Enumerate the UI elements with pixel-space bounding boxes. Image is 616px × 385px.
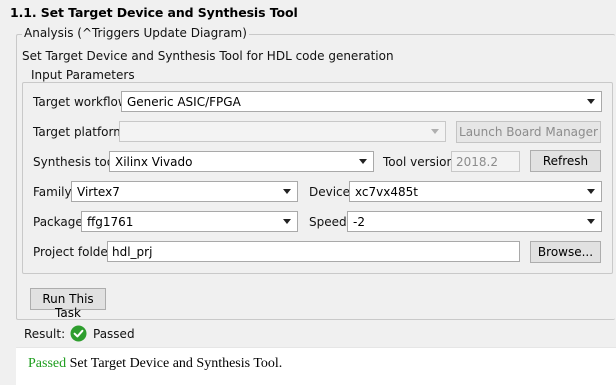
chevron-down-icon [431, 129, 439, 134]
result-message-status: Passed [28, 356, 67, 371]
run-this-task-button[interactable]: Run This Task [30, 288, 106, 320]
target-workflow-value: Generic ASIC/FPGA [127, 95, 241, 109]
launch-board-manager-button: Launch Board Manager [456, 121, 601, 143]
speed-label: Speed: [309, 215, 351, 229]
page-title: 1.1. Set Target Device and Synthesis Too… [10, 5, 298, 20]
analysis-description: Set Target Device and Synthesis Tool for… [22, 49, 394, 63]
input-parameters-legend: Input Parameters [29, 68, 137, 82]
package-value: ffg1761 [87, 215, 134, 229]
chevron-down-icon [359, 159, 367, 164]
project-folder-input[interactable]: hdl_prj [107, 241, 520, 262]
target-workflow-select[interactable]: Generic ASIC/FPGA [121, 91, 602, 112]
synthesis-tool-select[interactable]: Xilinx Vivado [109, 151, 374, 172]
target-platform-label: Target platform: [33, 125, 129, 139]
package-select[interactable]: ffg1761 [81, 211, 298, 232]
check-circle-icon [70, 325, 87, 342]
result-message-text: Set Target Device and Synthesis Tool. [66, 356, 283, 371]
device-label: Device: [309, 185, 355, 199]
family-label: Family: [33, 185, 75, 199]
refresh-button[interactable]: Refresh [530, 150, 601, 172]
tool-version-label: Tool version: [383, 155, 459, 169]
chevron-down-icon [587, 99, 595, 104]
result-status: Passed [93, 327, 135, 341]
chevron-down-icon [283, 189, 291, 194]
target-workflow-label: Target workflow: [33, 95, 132, 109]
analysis-legend: Analysis (^Triggers Update Diagram) [22, 26, 249, 40]
chevron-down-icon [587, 189, 595, 194]
package-label: Package: [33, 215, 87, 229]
family-select[interactable]: Virtex7 [71, 181, 298, 202]
device-value: xc7vx485t [355, 185, 418, 199]
result-message-panel: Passed Set Target Device and Synthesis T… [16, 347, 616, 385]
family-value: Virtex7 [77, 185, 120, 199]
browse-button[interactable]: Browse... [530, 241, 601, 263]
chevron-down-icon [283, 219, 291, 224]
target-platform-select [119, 121, 446, 142]
speed-select[interactable]: -2 [347, 211, 602, 232]
device-select[interactable]: xc7vx485t [349, 181, 602, 202]
speed-value: -2 [353, 215, 365, 229]
result-message: Passed Set Target Device and Synthesis T… [28, 356, 282, 372]
synthesis-tool-value: Xilinx Vivado [115, 155, 193, 169]
project-folder-label: Project folder: [33, 245, 117, 259]
tool-version-field: 2018.2 [451, 151, 520, 172]
chevron-down-icon [587, 219, 595, 224]
result-label: Result: [24, 327, 66, 341]
